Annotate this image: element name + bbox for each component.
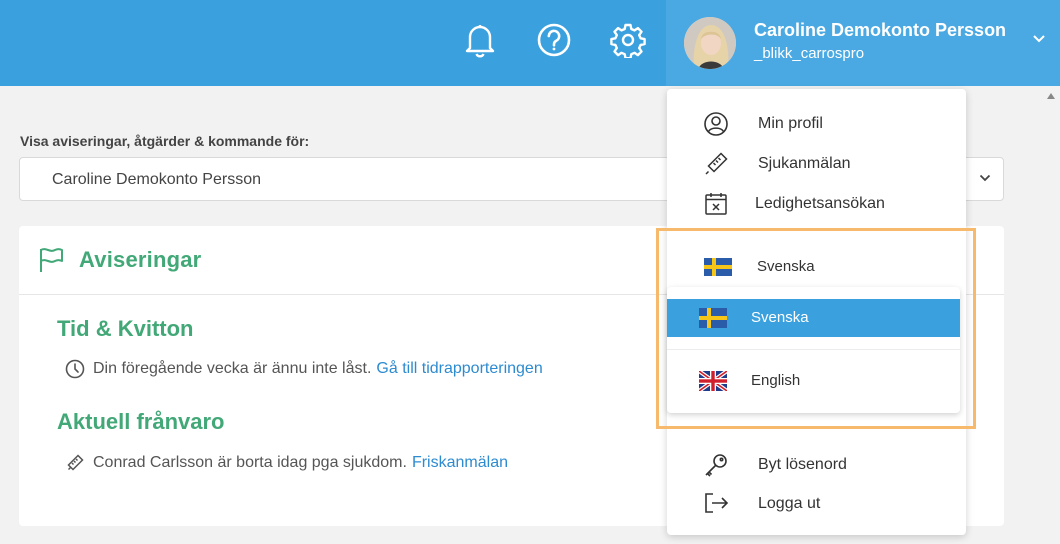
highlight-box: [656, 228, 976, 429]
chevron-down-icon: [1033, 35, 1045, 43]
menu-item-leave-request[interactable]: Ledighetsansökan: [667, 186, 966, 222]
chevron-down-icon: [979, 174, 991, 182]
absence-notification-row: Conrad Carlsson är borta idag pga sjukdo…: [65, 453, 508, 473]
calendar-x-icon: [705, 193, 727, 215]
time-notification-text: Din föregående vecka är ännu inte låst.: [93, 360, 372, 377]
menu-item-profile[interactable]: Min profil: [667, 106, 966, 142]
menu-item-logout[interactable]: Logga ut: [667, 486, 966, 522]
menu-item-label: Sjukanmälan: [758, 155, 851, 172]
person-select-value: Caroline Demokonto Persson: [52, 171, 261, 188]
bell-icon: [465, 25, 495, 58]
clock-icon: [65, 359, 85, 379]
absence-notification-text: Conrad Carlsson är borta idag pga sjukdo…: [93, 454, 407, 471]
menu-item-label: Logga ut: [758, 495, 821, 512]
filter-label: Visa aviseringar, åtgärder & kommande fö…: [20, 133, 310, 149]
thermometer-icon: [65, 453, 85, 473]
menu-item-label: Byt lösenord: [758, 456, 847, 473]
user-name: Caroline Demokonto Persson: [754, 20, 1007, 40]
gear-icon: [610, 23, 646, 58]
user-circle-icon: [704, 112, 728, 136]
section-title-absence: Aktuell frånvaro: [57, 409, 225, 434]
top-bar: Caroline Demokonto Persson _blikk_carros…: [0, 0, 1060, 86]
card-title: Aviseringar: [79, 247, 202, 272]
menu-item-label: Min profil: [758, 115, 823, 132]
time-report-link[interactable]: Gå till tidrapporteringen: [376, 360, 542, 378]
key-icon: [705, 454, 727, 477]
avatar: [684, 17, 736, 69]
notifications-button[interactable]: [462, 20, 498, 60]
help-icon: [537, 23, 571, 57]
recovery-report-link[interactable]: Friskanmälan: [412, 454, 508, 472]
user-menu-toggle[interactable]: Caroline Demokonto Persson _blikk_carros…: [666, 0, 1060, 86]
menu-item-label: Ledighetsansökan: [755, 195, 885, 212]
logout-icon: [705, 493, 729, 513]
flag-icon: [40, 248, 63, 272]
help-button[interactable]: [536, 20, 572, 60]
section-title-time: Tid & Kvitton: [57, 316, 194, 341]
settings-button[interactable]: [610, 20, 646, 60]
thermometer-icon: [705, 152, 728, 175]
scroll-up-arrow-icon[interactable]: [1046, 92, 1056, 100]
menu-item-change-password[interactable]: Byt lösenord: [667, 447, 966, 483]
menu-item-sick-report[interactable]: Sjukanmälan: [667, 146, 966, 182]
time-notification-row: Din föregående vecka är ännu inte låst. …: [65, 359, 543, 379]
user-handle: _blikk_carrospro: [754, 45, 865, 62]
